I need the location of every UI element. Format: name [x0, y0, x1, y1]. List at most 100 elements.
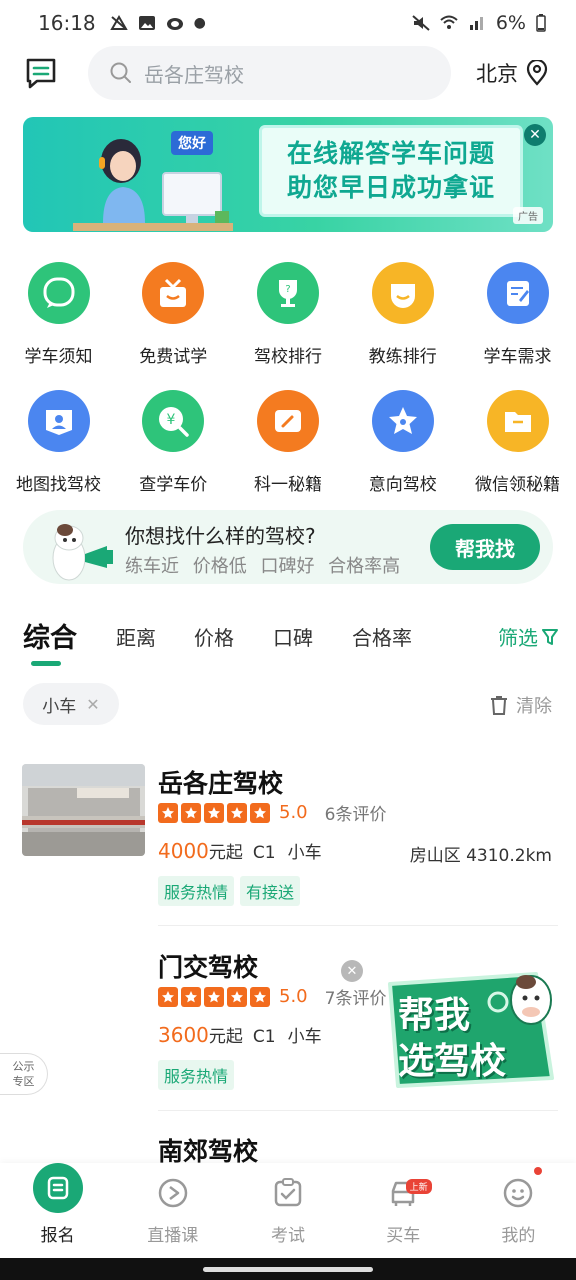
nav-exam[interactable]: 考试 — [230, 1163, 345, 1258]
price-value: 4000 — [158, 839, 209, 863]
list-divider — [158, 1110, 558, 1111]
search-placeholder: 岳各庄驾校 — [144, 62, 244, 87]
star-icon — [158, 802, 178, 823]
search-bar[interactable]: 岳各庄驾校 — [88, 46, 451, 100]
trash-icon — [491, 696, 507, 715]
cow-mascot-icon — [52, 524, 113, 581]
float-close-icon[interactable]: ✕ — [341, 960, 363, 982]
rating-stars: 5.0 7条评价 — [158, 984, 386, 1009]
cloud-icon — [166, 18, 183, 30]
price-row: 4000 元起 C1 小车 — [158, 838, 322, 863]
banner-line-2: 助您早日成功拿证 — [286, 173, 495, 202]
battery-icon — [536, 14, 546, 32]
svg-text:?: ? — [285, 284, 290, 295]
chip-remove-icon[interactable]: ✕ — [86, 695, 99, 714]
feature-label: 教练排行 — [368, 347, 437, 367]
gallery-icon — [138, 16, 155, 30]
school-location: 房山区 4310.2km — [409, 846, 552, 866]
dot-icon: ● — [193, 15, 206, 31]
feature-free-trial[interactable]: 免费试学 — [121, 262, 226, 390]
feature-wechat-tips[interactable]: 微信领秘籍 — [465, 390, 570, 518]
star-icon — [227, 986, 247, 1007]
finder-title: 你想找什么样的驾校? — [125, 524, 316, 548]
ad-banner[interactable]: 您好 在线解答学车问题 助您早日成功拿证 ✕ 广告 — [23, 117, 553, 232]
nav-label: 报名 — [40, 1226, 75, 1246]
nav-label: 买车 — [386, 1226, 421, 1246]
license-type: C1 — [252, 1027, 276, 1047]
tab-pass-rate[interactable]: 合格率 — [352, 622, 412, 651]
message-icon[interactable] — [24, 56, 58, 90]
rating-value: 5.0 — [279, 986, 308, 1007]
feature-label: 科一秘籍 — [254, 475, 322, 495]
notification-app-icon — [109, 15, 128, 30]
license-type: C1 — [252, 843, 276, 863]
feature-map-search[interactable]: 地图找驾校 — [6, 390, 111, 518]
banner-close-icon[interactable]: ✕ — [524, 124, 546, 146]
filter-label: 筛选 — [498, 626, 538, 650]
nav-profile[interactable]: 我的 — [461, 1163, 576, 1258]
feature-subject-one-tips[interactable]: 科一秘籍 — [236, 390, 341, 518]
filter-icon — [542, 628, 558, 645]
feature-label: 驾校排行 — [254, 347, 322, 367]
nav-buy-car[interactable]: 上新 买车 — [346, 1163, 461, 1258]
system-nav-bar — [0, 1258, 576, 1280]
wifi-icon — [440, 15, 458, 29]
filter-chip-small-car[interactable]: 小车 ✕ — [23, 683, 119, 725]
nav-live-course[interactable]: 直播课 — [115, 1163, 230, 1258]
help-me-find-button[interactable]: 帮我找 — [430, 524, 540, 570]
school-photo — [22, 764, 145, 856]
help-pick-school-float[interactable]: 帮我 选驾校 — [386, 966, 556, 1090]
edit-note-icon — [486, 262, 549, 324]
feature-label: 免费试学 — [139, 347, 208, 367]
public-zone-tab[interactable]: 公示 专区 — [0, 1053, 48, 1095]
feature-row: 学车须知 免费试学 ? 驾校排行 教练排行 学车需求 — [0, 262, 576, 390]
tab-overall[interactable]: 综合 — [23, 616, 77, 655]
tab-price[interactable]: 价格 — [194, 622, 234, 651]
nav-label: 直播课 — [147, 1226, 199, 1246]
map-person-icon — [27, 390, 90, 452]
public-zone-line-2: 专区 — [12, 1075, 35, 1088]
search-icon — [110, 62, 131, 83]
filter-button[interactable]: 筛选 — [498, 622, 558, 651]
feature-learning-notes[interactable]: 学车须知 — [6, 262, 111, 390]
city-selector[interactable]: 北京 — [476, 58, 548, 88]
feature-label: 学车需求 — [483, 347, 552, 367]
tab-reputation[interactable]: 口碑 — [273, 622, 313, 651]
svg-text:¥: ¥ — [167, 412, 176, 428]
star-icon — [181, 986, 201, 1007]
hello-tag: 您好 — [171, 131, 213, 155]
top-header: 岳各庄驾校 北京 — [0, 46, 576, 102]
school-badges: 服务热情 — [158, 1060, 235, 1090]
feature-coach-ranking[interactable]: 教练排行 — [350, 262, 455, 390]
nav-signup[interactable]: 报名 — [0, 1163, 115, 1258]
feature-school-ranking[interactable]: ? 驾校排行 — [236, 262, 341, 390]
chip-label: 小车 — [42, 696, 77, 717]
public-zone-line-1: 公示 — [12, 1060, 35, 1073]
price-value: 3600 — [158, 1023, 209, 1047]
feature-row: 地图找驾校 ¥ 查学车价 科一秘籍 意向驾校 微信领秘籍 — [0, 390, 576, 518]
feature-learning-demand[interactable]: 学车需求 — [465, 262, 570, 390]
rating-value: 5.0 — [279, 802, 308, 823]
new-badge: 上新 — [405, 1179, 432, 1194]
clear-label: 清除 — [516, 696, 552, 717]
school-name: 门交驾校 — [158, 953, 259, 982]
active-tab-underline — [31, 661, 61, 666]
tab-distance[interactable]: 距离 — [116, 622, 156, 651]
feature-favorite-schools[interactable]: 意向驾校 — [350, 390, 455, 518]
nav-label: 我的 — [501, 1226, 536, 1246]
unread-dot — [533, 1167, 542, 1175]
clear-filters-button[interactable]: 清除 — [490, 692, 552, 718]
feature-price-check[interactable]: ¥ 查学车价 — [121, 390, 226, 518]
service-badge: 服务热情 — [158, 1060, 235, 1090]
price-suffix: 元起 — [208, 1027, 243, 1047]
folder-icon — [486, 390, 549, 452]
star-icon — [181, 802, 201, 823]
feature-label: 意向驾校 — [368, 475, 437, 495]
yuan-search-icon: ¥ — [142, 390, 205, 452]
school-finder-banner[interactable]: 你想找什么样的驾校? 练车近 价格低 口碑好 合格率高 帮我找 — [23, 510, 553, 584]
star-icon — [204, 802, 224, 823]
home-indicator[interactable] — [203, 1267, 373, 1272]
gift-icon — [142, 262, 205, 324]
float-line-1: 帮我 — [398, 995, 471, 1036]
star-icon — [250, 802, 270, 823]
